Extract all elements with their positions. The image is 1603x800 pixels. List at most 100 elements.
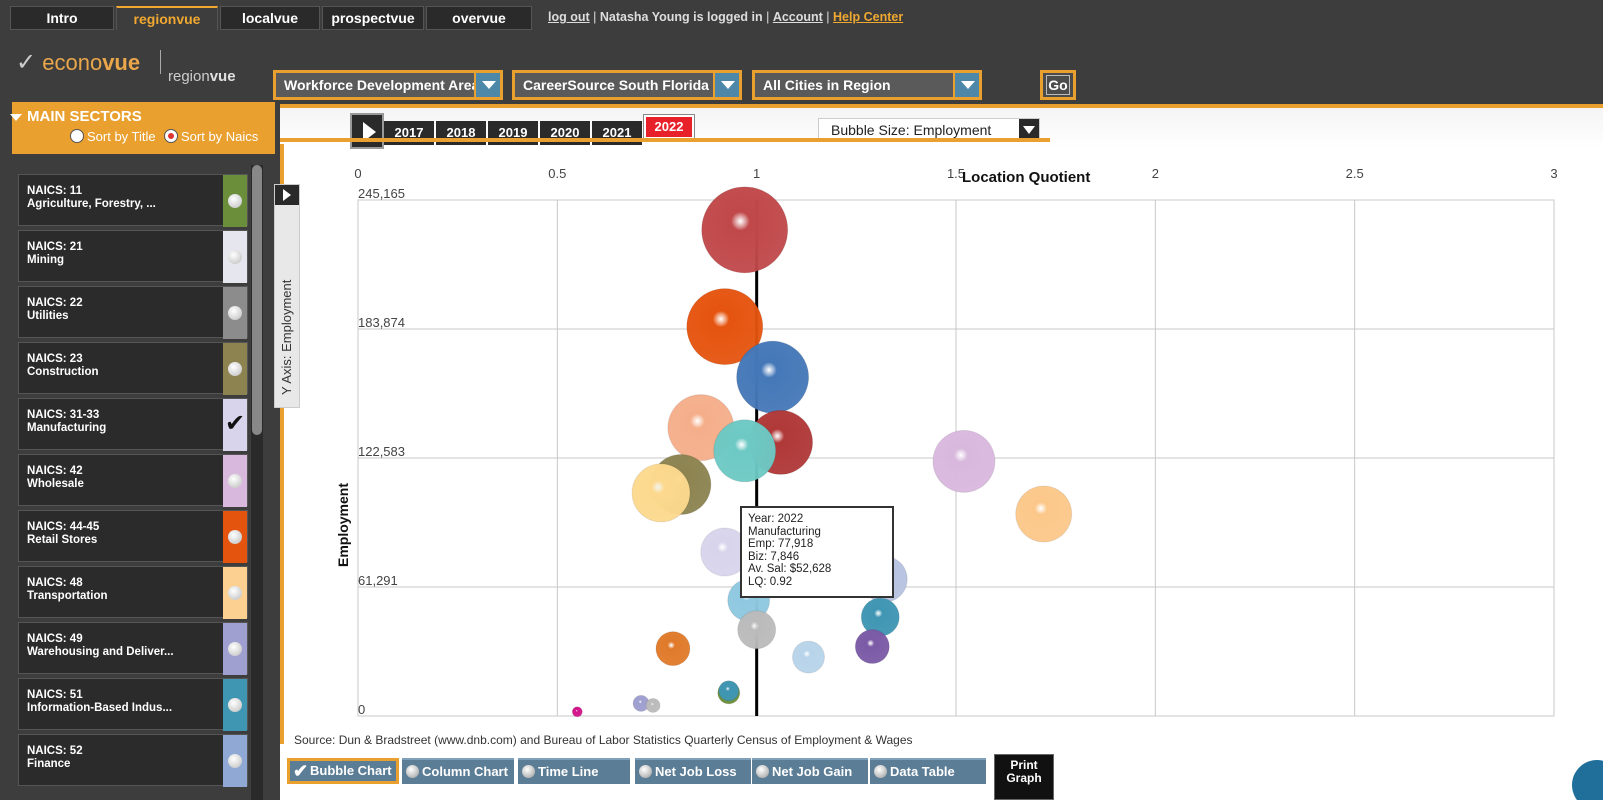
tab-overvue[interactable]: overvue xyxy=(426,6,532,30)
x-tick-label: 0.5 xyxy=(548,166,566,181)
bubble-chart: 0 0.5 1 1.5 2 2.5 3061,291122,583183,874245,16… xyxy=(335,166,1558,718)
bubble xyxy=(571,706,583,718)
logo-brand-light: econo xyxy=(42,50,103,75)
toggle-dot-icon xyxy=(228,194,242,208)
tab-intro[interactable]: Intro xyxy=(10,6,114,30)
sort-by-title-radio[interactable]: Sort by Title xyxy=(70,129,156,144)
sector-name: Wholesale xyxy=(27,478,84,490)
sector-color-swatch[interactable] xyxy=(223,623,247,675)
play-icon[interactable] xyxy=(350,113,384,149)
help-center-link[interactable]: Help Center xyxy=(833,10,903,24)
sidebar-scrollbar[interactable] xyxy=(251,165,263,800)
sector-color-swatch[interactable] xyxy=(223,455,247,507)
toggle-dot-icon xyxy=(228,642,242,656)
sector-color-swatch[interactable] xyxy=(223,679,247,731)
sector-color-swatch[interactable] xyxy=(223,343,247,395)
tab-regionvue[interactable]: regionvue xyxy=(116,6,218,30)
sector-item[interactable]: NAICS: 49 Warehousing and Deliver... xyxy=(18,622,248,675)
radio-icon xyxy=(70,129,84,143)
sector-item[interactable]: NAICS: 52 Finance xyxy=(18,734,248,787)
tooltip-biz: Biz: 7,846 xyxy=(748,550,800,563)
cities-select[interactable]: All Cities in Region xyxy=(752,70,982,100)
scrollbar-thumb[interactable] xyxy=(252,165,262,435)
x-tick-label: 0 xyxy=(354,166,361,181)
regionvue-logo: regionvue xyxy=(168,68,236,85)
bubble xyxy=(631,463,691,523)
go-button[interactable]: Go xyxy=(1040,70,1076,100)
checkmark-icon: ✔ xyxy=(293,761,309,781)
sector-item[interactable]: NAICS: 11 Agriculture, Forestry, ... xyxy=(18,174,248,227)
view-tab-label: Time Line xyxy=(538,764,599,779)
sector-color-swatch[interactable] xyxy=(223,567,247,619)
tab-prospectvue[interactable]: prospectvue xyxy=(322,6,424,30)
sector-name: Agriculture, Forestry, ... xyxy=(27,198,156,210)
radio-selected-icon xyxy=(164,129,178,143)
view-tab-data-table[interactable]: Data Table xyxy=(870,758,986,784)
sector-name: Utilities xyxy=(27,310,69,322)
econovue-logo: ✓ econovue xyxy=(16,48,140,76)
view-tab-column-chart[interactable]: Column Chart xyxy=(402,758,514,784)
chevron-down-icon[interactable] xyxy=(474,73,500,97)
bubble-size-value: Bubble Size: Employment xyxy=(831,122,992,138)
x-tick-label: 3 xyxy=(1550,166,1557,181)
sector-name: Finance xyxy=(27,758,71,770)
sector-list: NAICS: 11 Agriculture, Forestry, ... NAICS… xyxy=(18,174,248,800)
sector-code: NAICS: 44-45 xyxy=(27,521,100,533)
print-graph-button[interactable]: Print Graph xyxy=(994,754,1054,800)
tab-localvue[interactable]: localvue xyxy=(220,6,320,30)
bubble xyxy=(1015,485,1073,543)
y-tick-label: 245,165 xyxy=(358,186,405,201)
year-button-2022[interactable]: 2022 xyxy=(643,114,695,140)
bubble-tooltip: Year: 2022 Manufacturing Emp: 77,918 Biz… xyxy=(740,506,894,598)
sector-item[interactable]: NAICS: 42 Wholesale xyxy=(18,454,248,507)
toggle-dot-icon xyxy=(228,250,242,264)
sector-color-swatch[interactable]: ✔ xyxy=(223,399,247,451)
view-tab-bubble-chart[interactable]: ✔ Bubble Chart xyxy=(287,758,399,784)
sector-color-swatch[interactable] xyxy=(223,735,247,787)
view-tab-time-line[interactable]: Time Line xyxy=(518,758,630,784)
toggle-dot-icon xyxy=(228,474,242,488)
collapse-icon[interactable] xyxy=(10,114,22,121)
sector-color-swatch[interactable] xyxy=(223,231,247,283)
sort-by-naics-radio[interactable]: Sort by Naics xyxy=(164,129,258,144)
logo-divider xyxy=(160,50,161,74)
year-toolbar: 2017 2018 2019 2020 2021 2022 Bubble Size: Em… xyxy=(280,108,1603,149)
radio-icon xyxy=(522,765,535,778)
sector-name: Information-Based Indus... xyxy=(27,702,173,714)
sector-name: Retail Stores xyxy=(27,534,98,546)
x-axis-title: Location Quotient xyxy=(962,169,1090,186)
sector-code: NAICS: 31-33 xyxy=(27,409,100,421)
toggle-dot-icon xyxy=(228,362,242,376)
area-type-select[interactable]: Workforce Development Areas xyxy=(273,70,503,100)
sector-item[interactable]: NAICS: 51 Information-Based Indus... xyxy=(18,678,248,731)
sector-color-swatch[interactable] xyxy=(223,511,247,563)
top-nav: Intro regionvue localvue prospectvue ove… xyxy=(0,6,1603,30)
sector-item[interactable]: NAICS: 48 Transportation xyxy=(18,566,248,619)
sector-name: Construction xyxy=(27,366,99,378)
logout-link[interactable]: log out xyxy=(548,10,590,24)
bubble xyxy=(701,186,789,274)
chevron-down-icon[interactable] xyxy=(953,73,979,97)
sector-item[interactable]: NAICS: 23 Construction xyxy=(18,342,248,395)
chevron-down-icon[interactable] xyxy=(713,73,739,97)
sector-item[interactable]: NAICS: 31-33 Manufacturing ✔ xyxy=(18,398,248,451)
region-select[interactable]: CareerSource South Florida xyxy=(512,70,742,100)
source-note: Source: Dun & Bradstreet (www.dnb.com) a… xyxy=(294,733,913,747)
bubble xyxy=(736,340,810,414)
cities-value: All Cities in Region xyxy=(763,77,891,93)
bubble xyxy=(645,697,661,713)
sector-item[interactable]: NAICS: 44-45 Retail Stores xyxy=(18,510,248,563)
sector-item[interactable]: NAICS: 21 Mining xyxy=(18,230,248,283)
sector-item[interactable]: NAICS: 22 Utilities xyxy=(18,286,248,339)
view-tab-net-job-gain[interactable]: Net Job Gain xyxy=(752,758,868,784)
view-tab-net-job-loss[interactable]: Net Job Loss xyxy=(635,758,751,784)
sector-code: NAICS: 42 xyxy=(27,465,83,477)
toggle-dot-icon xyxy=(228,754,242,768)
y-tick-label: 122,583 xyxy=(358,444,405,459)
bubble xyxy=(854,629,890,665)
sector-color-swatch[interactable] xyxy=(223,175,247,227)
sector-color-swatch[interactable] xyxy=(223,287,247,339)
sector-code: NAICS: 21 xyxy=(27,241,83,253)
account-link[interactable]: Account xyxy=(773,10,823,24)
y-axis-title: Employment xyxy=(335,483,351,567)
